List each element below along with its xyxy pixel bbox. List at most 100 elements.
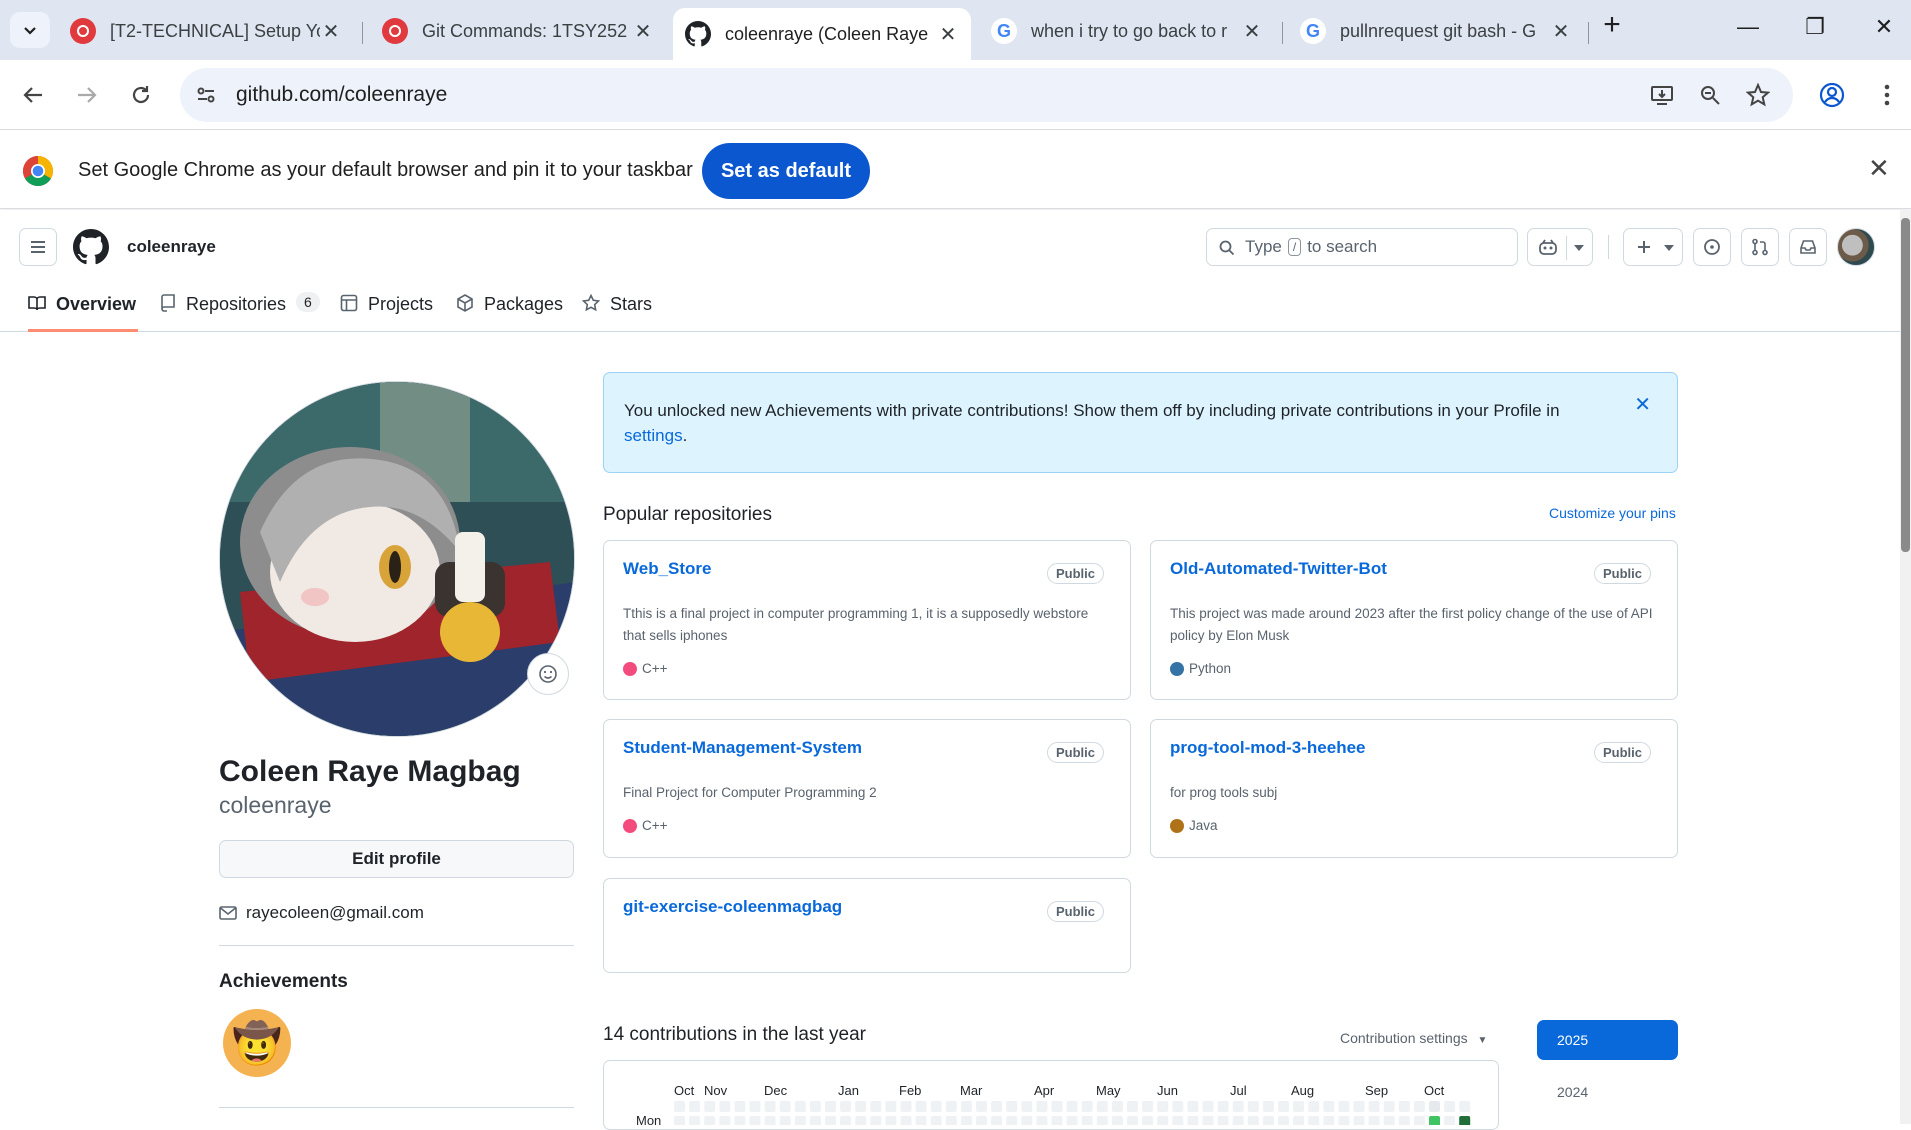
- header-username[interactable]: coleenraye: [127, 237, 216, 257]
- issues-button[interactable]: [1693, 228, 1731, 266]
- contribution-day-cell[interactable]: [1036, 1101, 1048, 1112]
- site-info-icon[interactable]: [192, 81, 220, 109]
- profile-email[interactable]: rayecoleen@gmail.com: [219, 903, 424, 923]
- contribution-day-cell[interactable]: [1187, 1101, 1199, 1112]
- close-tab-icon[interactable]: ✕: [1241, 19, 1263, 44]
- contribution-day-cell[interactable]: [1232, 1101, 1244, 1112]
- contribution-day-cell[interactable]: [1006, 1101, 1018, 1112]
- close-tab-icon[interactable]: ✕: [937, 22, 959, 47]
- repo-name-link[interactable]: prog-tool-mod-3-heehee: [1170, 738, 1366, 758]
- close-tab-icon[interactable]: ✕: [632, 19, 654, 44]
- tab-stars[interactable]: Stars: [582, 294, 652, 332]
- contribution-day-cell[interactable]: [1021, 1101, 1033, 1112]
- contribution-day-cell[interactable]: [1217, 1101, 1229, 1112]
- contribution-day-cell[interactable]: [719, 1101, 731, 1112]
- search-input[interactable]: Type / to search: [1206, 228, 1518, 266]
- contribution-day-cell[interactable]: [1308, 1101, 1320, 1112]
- close-infobar-icon[interactable]: ✕: [1868, 153, 1890, 184]
- github-logo-icon[interactable]: [73, 229, 109, 265]
- contribution-day-cell[interactable]: [1066, 1101, 1078, 1112]
- profile-avatar[interactable]: [219, 381, 575, 737]
- contribution-day-cell[interactable]: [1142, 1101, 1154, 1112]
- contribution-day-cell[interactable]: [704, 1101, 716, 1112]
- tab-overview[interactable]: Overview: [28, 294, 138, 332]
- copilot-button[interactable]: [1527, 228, 1593, 266]
- tab-packages[interactable]: Packages: [456, 294, 563, 332]
- settings-link[interactable]: settings: [624, 426, 683, 445]
- install-app-icon[interactable]: [1648, 81, 1676, 109]
- contribution-day-cell[interactable]: [794, 1101, 806, 1112]
- contribution-day-cell[interactable]: [764, 1101, 776, 1112]
- address-bar[interactable]: github.com/coleenraye: [180, 68, 1793, 122]
- contribution-day-cell[interactable]: [1081, 1101, 1093, 1112]
- contribution-day-cell[interactable]: [825, 1101, 836, 1112]
- contribution-day-cell[interactable]: [1051, 1101, 1063, 1112]
- browser-tab[interactable]: [T2-TECHNICAL] Setup Yo ✕: [58, 10, 354, 52]
- contribution-day-cell[interactable]: [1338, 1101, 1350, 1112]
- close-tab-icon[interactable]: ✕: [320, 19, 342, 44]
- inbox-button[interactable]: [1789, 228, 1827, 266]
- contribution-day-cell[interactable]: [1293, 1101, 1305, 1112]
- contribution-day-cell[interactable]: [900, 1101, 912, 1112]
- contribution-day-cell[interactable]: [1398, 1101, 1410, 1112]
- contribution-day-cell[interactable]: [945, 1101, 957, 1112]
- forward-button[interactable]: [70, 78, 104, 112]
- contribution-day-cell[interactable]: [1202, 1101, 1214, 1112]
- bookmark-star-icon[interactable]: [1744, 81, 1772, 109]
- year-2024-button[interactable]: 2024: [1537, 1072, 1678, 1112]
- contribution-settings-button[interactable]: Contribution settings ▼: [1340, 1030, 1487, 1046]
- contribution-day-cell[interactable]: [1247, 1101, 1259, 1112]
- contribution-day-cell[interactable]: [1111, 1101, 1123, 1112]
- contribution-day-cell[interactable]: [930, 1101, 942, 1112]
- browser-tab[interactable]: Git Commands: 1TSY252 ✕: [370, 10, 666, 52]
- contribution-day-cell[interactable]: [1172, 1101, 1184, 1112]
- year-2025-button[interactable]: 2025: [1537, 1020, 1678, 1060]
- contribution-day-cell[interactable]: [976, 1101, 987, 1112]
- contribution-day-cell[interactable]: [885, 1101, 897, 1112]
- contribution-day-cell[interactable]: [960, 1101, 972, 1112]
- contribution-day-cell[interactable]: [749, 1101, 761, 1112]
- user-avatar[interactable]: [1837, 228, 1875, 266]
- reload-button[interactable]: [124, 78, 158, 112]
- contribution-day-cell[interactable]: [1429, 1101, 1440, 1112]
- create-new-button[interactable]: [1623, 228, 1683, 266]
- contribution-day-cell[interactable]: [674, 1101, 685, 1112]
- contribution-day-cell[interactable]: [1459, 1101, 1471, 1112]
- repo-name-link[interactable]: Student-Management-System: [623, 738, 862, 758]
- contribution-day-cell[interactable]: [1127, 1101, 1138, 1112]
- contribution-day-cell[interactable]: [840, 1101, 852, 1112]
- contribution-day-cell[interactable]: [915, 1101, 927, 1112]
- contribution-day-cell[interactable]: [779, 1101, 791, 1112]
- zoom-icon[interactable]: [1696, 81, 1724, 109]
- dismiss-flash-icon[interactable]: ✕: [1634, 393, 1651, 418]
- contribution-day-cell[interactable]: [1353, 1101, 1365, 1112]
- contribution-day-cell[interactable]: [1323, 1101, 1335, 1112]
- repo-name-link[interactable]: Web_Store: [623, 559, 712, 579]
- contribution-day-cell[interactable]: [1368, 1101, 1380, 1112]
- browser-tab-active[interactable]: coleenraye (Coleen Raye ✕: [673, 8, 971, 60]
- open-global-navigation-button[interactable]: [19, 228, 57, 266]
- contribution-day-cell[interactable]: [809, 1101, 821, 1112]
- contribution-day-cell[interactable]: [870, 1101, 882, 1112]
- browser-menu-button[interactable]: [1870, 78, 1904, 112]
- browser-tab[interactable]: G pullnrequest git bash - G ✕: [1288, 10, 1584, 52]
- set-status-button[interactable]: [527, 653, 569, 695]
- contribution-day-cell[interactable]: [855, 1101, 867, 1112]
- contribution-day-cell[interactable]: [991, 1101, 1003, 1112]
- contribution-day-cell[interactable]: [1157, 1101, 1169, 1112]
- contribution-day-cell[interactable]: [1096, 1101, 1108, 1112]
- contribution-day-cell[interactable]: [1262, 1101, 1274, 1112]
- contribution-day-cell[interactable]: [734, 1101, 746, 1112]
- edit-profile-button[interactable]: Edit profile: [219, 840, 574, 878]
- browser-tab[interactable]: G when i try to go back to r ✕: [979, 10, 1275, 52]
- customize-pins-link[interactable]: Customize your pins: [1549, 505, 1676, 521]
- back-button[interactable]: [16, 78, 50, 112]
- scrollbar-thumb[interactable]: [1901, 218, 1910, 552]
- tab-projects[interactable]: Projects: [340, 294, 433, 332]
- contribution-day-cell[interactable]: [1278, 1101, 1289, 1112]
- tab-search-button[interactable]: [10, 12, 50, 48]
- close-tab-icon[interactable]: ✕: [1550, 19, 1572, 44]
- profile-button[interactable]: [1815, 78, 1849, 112]
- contribution-day-cell[interactable]: [1444, 1101, 1456, 1112]
- set-as-default-button[interactable]: Set as default: [702, 143, 870, 199]
